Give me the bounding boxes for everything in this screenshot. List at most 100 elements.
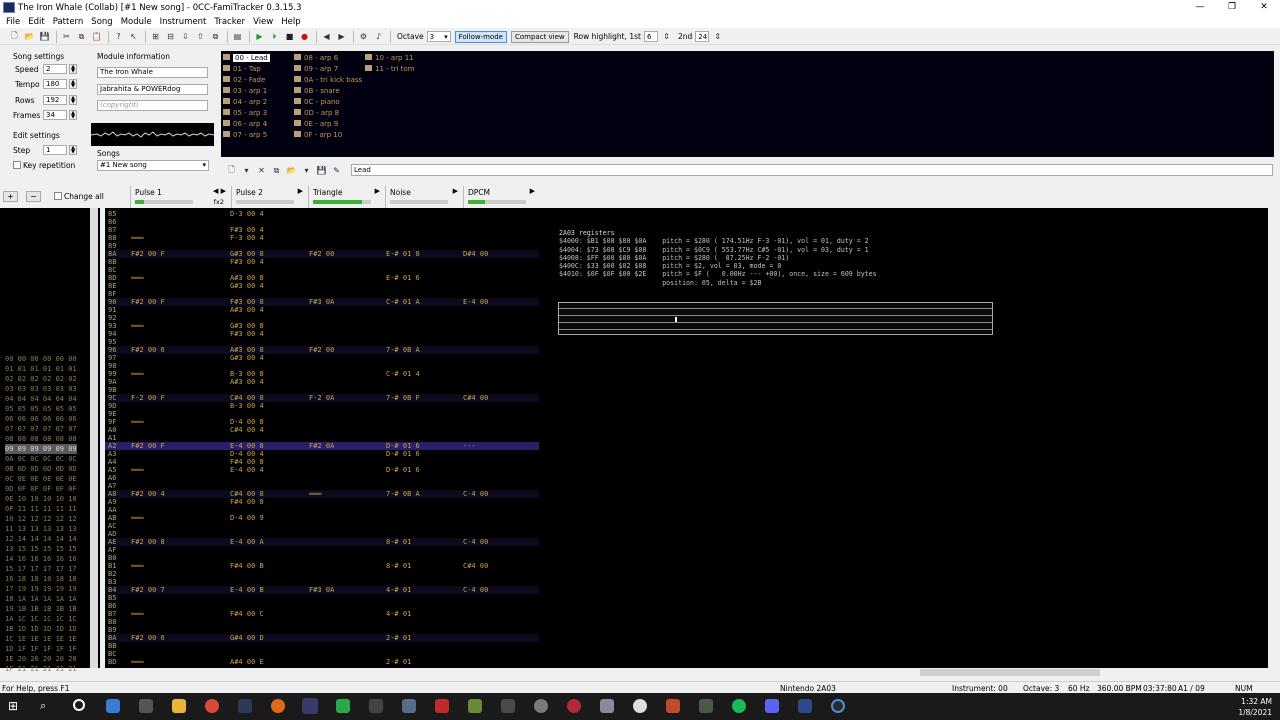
menu-pattern[interactable]: Pattern — [49, 17, 88, 27]
pattern-row[interactable]: B0 — [105, 554, 539, 562]
instrument-item[interactable]: 0A - tri kick bass — [294, 76, 362, 84]
pattern-cell-c5[interactable]: C#4 00 — [463, 562, 488, 570]
pattern-row[interactable]: B6 — [105, 602, 539, 610]
frame-row[interactable]: 0B 0D 0D 0D 0D 0D — [5, 464, 77, 474]
menu-instrument[interactable]: Instrument — [156, 17, 211, 27]
song-name-input[interactable]: The Iron Whale — [97, 67, 208, 78]
frames-input[interactable]: 34 — [43, 110, 67, 120]
pattern-cell-c2[interactable]: F#4 00 8 — [230, 498, 264, 506]
instrument-item[interactable]: 0C - piano — [294, 98, 340, 106]
pattern-row[interactable]: 8B F#3 00 4 — [105, 258, 539, 266]
close-button[interactable]: ✕ — [1248, 0, 1280, 15]
pattern-cell-c2[interactable]: F#4 00 B — [230, 562, 264, 570]
pattern-cell-c1[interactable]: ═══ — [131, 610, 144, 618]
about-icon[interactable]: ? — [112, 30, 125, 43]
pattern-row[interactable]: A9 F#4 00 8 — [105, 498, 539, 506]
pattern-cell-c4[interactable]: E-# 01 6 — [386, 274, 420, 282]
spotify-icon[interactable] — [732, 699, 746, 713]
pattern-cell-c1[interactable]: ═══ — [131, 274, 144, 282]
pattern-cell-c5[interactable]: D#4 00 — [463, 250, 488, 258]
pattern-row[interactable]: A0 C#4 00 4 — [105, 426, 539, 434]
frame-row[interactable]: 1A 1C 1C 1C 1C 1C — [5, 614, 77, 624]
save-icon[interactable]: 💾 — [38, 30, 51, 43]
pattern-row[interactable]: B7 ═══ F#4 00 C 4-# 01 — [105, 610, 539, 618]
pattern-cell-c2[interactable]: E-4 00 4 — [230, 466, 264, 474]
pattern-cell-c2[interactable]: D-4 00 4 — [230, 450, 264, 458]
next-track-icon[interactable]: ▶ — [335, 30, 348, 43]
help-pointer-icon[interactable]: ↖ — [127, 30, 140, 43]
frame-row[interactable]: 05 05 05 05 05 05 — [5, 404, 77, 414]
pattern-cell-c2[interactable]: D-4 00 8 — [230, 418, 264, 426]
clone-instrument-icon[interactable]: ⧉ — [270, 164, 283, 177]
pattern-cell-c2[interactable]: F#3 00 4 — [230, 330, 264, 338]
remove-frame-icon[interactable]: ⊟ — [164, 30, 177, 43]
pattern-cell-c1[interactable]: ═══ — [131, 234, 144, 242]
menu-edit[interactable]: Edit — [24, 17, 48, 27]
app-icon[interactable] — [402, 699, 416, 713]
pattern-row[interactable]: BA F#2 00 6 G#4 00 D 2-# 01 — [105, 634, 539, 642]
settings-icon[interactable]: ⚙ — [357, 30, 370, 43]
frame-row[interactable]: 1D 1F 1F 1F 1F 1F — [5, 644, 77, 654]
pattern-cell-c1[interactable]: ═══ — [131, 658, 144, 666]
frame-row[interactable]: 00 00 00 00 00 00 — [5, 354, 77, 364]
frame-row[interactable]: 17 19 19 19 19 19 — [5, 584, 77, 594]
frame-row[interactable]: 02 02 02 02 02 02 — [5, 374, 77, 384]
menu-module[interactable]: Module — [117, 17, 156, 27]
chevron-down-icon[interactable]: ▾ — [300, 164, 313, 177]
frame-row[interactable]: 09 09 09 09 09 09 — [5, 444, 77, 454]
pattern-cell-c3[interactable]: F#2 00 — [309, 250, 334, 258]
pattern-cell-c4[interactable]: D-# 01 6 — [386, 450, 420, 458]
spin-updown-icon[interactable]: ⇕ — [660, 30, 673, 43]
artist-input[interactable]: Jabrahita & POWERdog — [97, 84, 208, 95]
pattern-row[interactable]: BD ═══ A#4 00 E 2-# 01 — [105, 658, 539, 666]
frame-row[interactable]: 19 1B 1B 1B 1B 1B — [5, 604, 77, 614]
pattern-cell-c3[interactable]: F#2 0A — [309, 442, 334, 450]
gear-app-icon[interactable] — [534, 699, 548, 713]
instrument-item[interactable]: 02 - Fade — [223, 76, 265, 84]
open-file-icon[interactable]: 📂 — [23, 30, 36, 43]
remove-instrument-icon[interactable]: ✕ — [255, 164, 268, 177]
pattern-cell-c2[interactable]: F#3 00 4 — [230, 226, 264, 234]
pattern-cell-c2[interactable]: B-3 00 4 — [230, 402, 264, 410]
pattern-cell-c1[interactable]: ═══ — [131, 514, 144, 522]
record-icon[interactable]: ● — [298, 30, 311, 43]
edit-instrument-icon[interactable]: ✎ — [330, 164, 343, 177]
instrument-item[interactable]: 03 - arp 1 — [223, 87, 267, 95]
frames-spin[interactable]: ▲ ▼ — [69, 110, 77, 120]
pattern-row[interactable]: B9 — [105, 626, 539, 634]
pattern-cell-c1[interactable]: F#2 00 F — [131, 298, 165, 306]
pattern-cell-c2[interactable]: G#3 00 8 — [230, 250, 264, 258]
pattern-cell-c1[interactable]: F#2 00 F — [131, 250, 165, 258]
move-frame-down-icon[interactable]: ⇩ — [179, 30, 192, 43]
pattern-row[interactable]: 92 — [105, 314, 539, 322]
app-icon[interactable] — [666, 699, 680, 713]
chrome-icon[interactable] — [205, 699, 219, 713]
frame-row[interactable]: 13 15 15 15 15 15 — [5, 544, 77, 554]
pattern-cell-c2[interactable]: A#3 00 8 — [230, 346, 264, 354]
pattern-cell-c2[interactable]: E-4 00 8 — [230, 442, 264, 450]
frame-row[interactable]: 0E 10 10 10 10 10 — [5, 494, 77, 504]
discord-icon[interactable] — [765, 699, 779, 713]
pattern-row[interactable]: 8E G#3 00 4 — [105, 282, 539, 290]
frame-row[interactable]: 01 01 01 01 01 01 — [5, 364, 77, 374]
pattern-cell-c1[interactable]: F#2 00 8 — [131, 538, 165, 546]
app-icon[interactable] — [633, 699, 647, 713]
instrument-item[interactable]: 0B - snare — [294, 87, 340, 95]
pattern-row[interactable]: 89 — [105, 242, 539, 250]
change-all-checkbox[interactable] — [54, 192, 62, 200]
pattern-cell-c3[interactable]: F#3 0A — [309, 298, 334, 306]
paste-icon[interactable]: 📋 — [90, 30, 103, 43]
frame-row[interactable]: 03 03 03 03 03 03 — [5, 384, 77, 394]
pattern-row[interactable]: BB — [105, 642, 539, 650]
pattern-cell-c4[interactable]: 7-# 0B A — [386, 490, 420, 498]
move-frame-up-icon[interactable]: ⇧ — [194, 30, 207, 43]
pattern-row[interactable]: A3 D-4 00 4 D-# 01 6 — [105, 450, 539, 458]
tempo-input[interactable]: 180 — [43, 79, 67, 89]
minecraft-icon[interactable] — [468, 699, 482, 713]
frame-scrollbar[interactable] — [90, 208, 98, 668]
instrument-item[interactable]: 05 - arp 3 — [223, 109, 267, 117]
pattern-row[interactable]: 90 F#2 00 F F#3 00 8 F#3 0A C-# 01 A E-4 00 — [105, 298, 539, 306]
copy-icon[interactable]: ⧉ — [75, 30, 88, 43]
instrument-list[interactable]: 00 - Lead 01 - Tap 02 - Fade 03 - arp 1 … — [221, 51, 1274, 157]
frame-row[interactable]: 0C 0E 0E 0E 0E 0E — [5, 474, 77, 484]
